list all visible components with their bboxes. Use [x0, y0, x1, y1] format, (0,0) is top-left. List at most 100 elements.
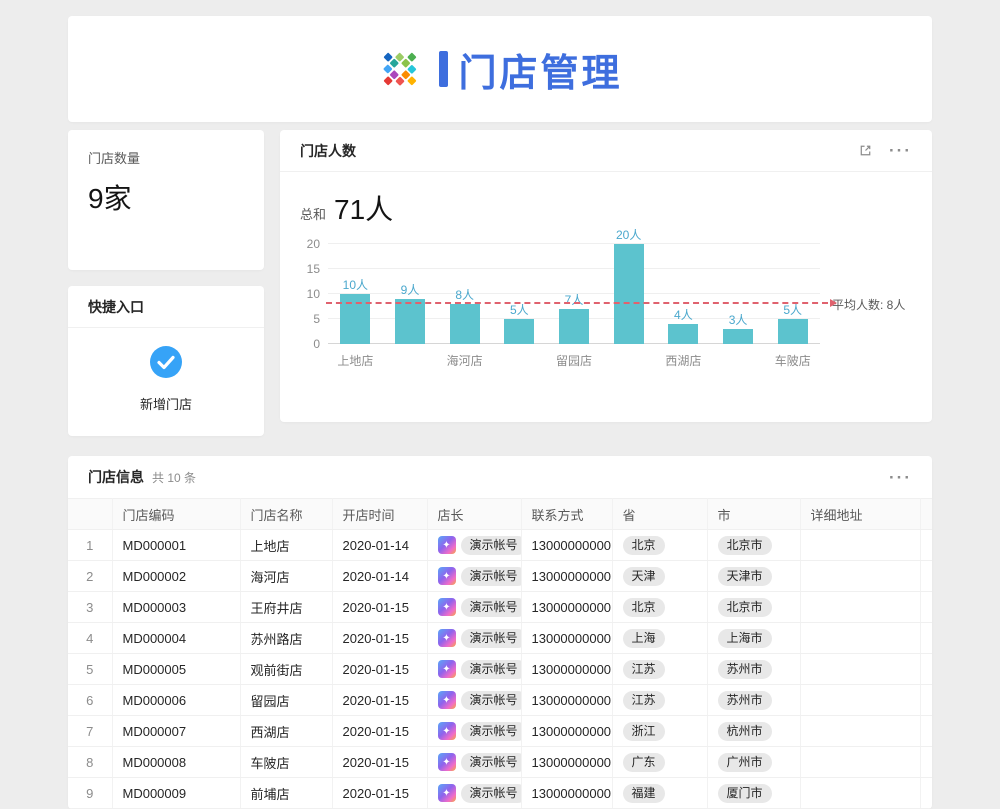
x-tick-label [492, 352, 547, 369]
table-row[interactable]: 6MD000006留园店2020-01-15✦演示帐号13000000000江苏… [68, 685, 932, 716]
store-code-cell: MD000005 [112, 654, 240, 685]
city-badge: 上海市 [718, 629, 772, 648]
table-body: 1MD000001上地店2020-01-14✦演示帐号13000000000北京… [68, 530, 932, 809]
manager-avatar: ✦ [438, 536, 456, 554]
address-cell [800, 530, 920, 561]
main-grid: 门店数量 9家 快捷入口 新增门店 [68, 130, 932, 436]
store-code-cell: MD000008 [112, 747, 240, 778]
contact-phone-cell: 13000000000 [521, 592, 612, 623]
store-count-label: 门店数量 [88, 148, 244, 167]
table-count: 共 10 条 [152, 469, 196, 486]
chart-y-axis: 05101520 [300, 244, 328, 344]
quick-entry-header: 快捷入口 [68, 286, 264, 328]
bar-3[interactable]: 8人 [450, 304, 480, 344]
chart-card-actions: ··· [858, 142, 912, 159]
y-tick-label: 15 [307, 262, 320, 276]
table-row[interactable]: 8MD000008车陂店2020-01-15✦演示帐号13000000000广东… [68, 747, 932, 778]
table-row[interactable]: 7MD000007西湖店2020-01-15✦演示帐号13000000000浙江… [68, 716, 932, 747]
table-row[interactable]: 5MD000005观前街店2020-01-15✦演示帐号13000000000江… [68, 654, 932, 685]
table-row[interactable]: 3MD000003王府井店2020-01-15✦演示帐号13000000000北… [68, 592, 932, 623]
headcount-chart-card: 门店人数 ··· 总和 71人 05101520 [280, 130, 932, 422]
manager-name: 演示帐号 [461, 753, 522, 772]
page-title: 门店管理 [458, 42, 622, 97]
city-cell: 天津市 [707, 561, 800, 592]
column-header: 联系方式 [521, 499, 612, 530]
manager-chip: ✦演示帐号 [438, 598, 511, 617]
store-code-cell: MD000002 [112, 561, 240, 592]
address-cell [800, 778, 920, 809]
expand-icon[interactable] [858, 143, 873, 158]
manager-avatar: ✦ [438, 722, 456, 740]
manager-name: 演示帐号 [461, 660, 522, 679]
bar-4[interactable]: 5人 [504, 319, 534, 344]
bar-7[interactable]: 4人 [668, 324, 698, 344]
manager-chip: ✦演示帐号 [438, 691, 511, 710]
add-store-label: 新增门店 [140, 394, 192, 413]
manager-name: 演示帐号 [461, 722, 522, 741]
store-count-card: 门店数量 9家 [68, 130, 264, 270]
bar-2[interactable]: 9人 [395, 299, 425, 344]
add-store-button[interactable]: 新增门店 [68, 344, 264, 413]
city-badge: 广州市 [718, 753, 772, 772]
province-badge: 浙江 [623, 722, 665, 741]
column-header: 详细地址 [800, 499, 920, 530]
city-cell: 苏州市 [707, 685, 800, 716]
open-date-cell: 2020-01-15 [332, 623, 427, 654]
store-name-cell: 前埔店 [240, 778, 332, 809]
bar-slot: 20人 [601, 244, 656, 344]
bar-5[interactable]: 7人 [559, 309, 589, 344]
manager-avatar: ✦ [438, 691, 456, 709]
city-cell: 厦门市 [707, 778, 800, 809]
open-date-cell: 2020-01-15 [332, 592, 427, 623]
city-cell: 广州市 [707, 747, 800, 778]
header-card: 门店管理 [68, 16, 932, 122]
store-name-cell: 观前街店 [240, 654, 332, 685]
app-logo-icon [377, 46, 423, 92]
quick-entry-card: 快捷入口 新增门店 [68, 286, 264, 436]
table-row[interactable]: 1MD000001上地店2020-01-14✦演示帐号13000000000北京… [68, 530, 932, 561]
contact-phone-cell: 13000000000 [521, 778, 612, 809]
table-more-icon[interactable]: ··· [889, 469, 912, 486]
chart-card-header: 门店人数 ··· [280, 130, 932, 172]
store-name-cell: 车陂店 [240, 747, 332, 778]
table-card-actions: ··· [889, 469, 912, 486]
city-badge: 北京市 [718, 598, 772, 617]
table-row[interactable]: 9MD000009前埔店2020-01-15✦演示帐号13000000000福建… [68, 778, 932, 809]
left-column: 门店数量 9家 快捷入口 新增门店 [68, 130, 264, 436]
address-cell [800, 685, 920, 716]
quick-entry-title: 快捷入口 [88, 297, 144, 317]
check-circle-icon [148, 344, 184, 385]
bar-value-label: 8人 [455, 286, 474, 303]
table-right-gutter [920, 592, 932, 623]
store-count-value: 9家 [88, 177, 244, 217]
row-index: 3 [68, 592, 112, 623]
column-header: 省 [612, 499, 707, 530]
x-tick-label: 上地店 [328, 352, 383, 369]
bar-value-label: 10人 [343, 276, 368, 293]
table-row[interactable]: 4MD000004苏州路店2020-01-15✦演示帐号13000000000上… [68, 623, 932, 654]
store-name-cell: 海河店 [240, 561, 332, 592]
city-badge: 苏州市 [718, 691, 772, 710]
city-badge: 苏州市 [718, 660, 772, 679]
chart-summary: 总和 71人 [280, 172, 932, 228]
bar-6[interactable]: 20人 [614, 244, 644, 344]
store-code-cell: MD000009 [112, 778, 240, 809]
open-date-cell: 2020-01-15 [332, 654, 427, 685]
province-badge: 江苏 [623, 660, 665, 679]
bar-9[interactable]: 5人 [778, 319, 808, 344]
store-table: 门店编码门店名称开店时间店长联系方式省市详细地址 1MD000001上地店202… [68, 498, 932, 809]
table-row[interactable]: 2MD000002海河店2020-01-14✦演示帐号13000000000天津… [68, 561, 932, 592]
manager-avatar: ✦ [438, 598, 456, 616]
bar-8[interactable]: 3人 [723, 329, 753, 344]
row-index: 1 [68, 530, 112, 561]
row-index: 9 [68, 778, 112, 809]
store-manager-cell: ✦演示帐号 [427, 592, 521, 623]
x-tick-label: 海河店 [437, 352, 492, 369]
city-cell: 上海市 [707, 623, 800, 654]
city-cell: 杭州市 [707, 716, 800, 747]
more-icon[interactable]: ··· [889, 142, 912, 159]
province-cell: 江苏 [612, 654, 707, 685]
average-line [326, 302, 828, 304]
contact-phone-cell: 13000000000 [521, 747, 612, 778]
bar-slot: 3人 [711, 244, 766, 344]
